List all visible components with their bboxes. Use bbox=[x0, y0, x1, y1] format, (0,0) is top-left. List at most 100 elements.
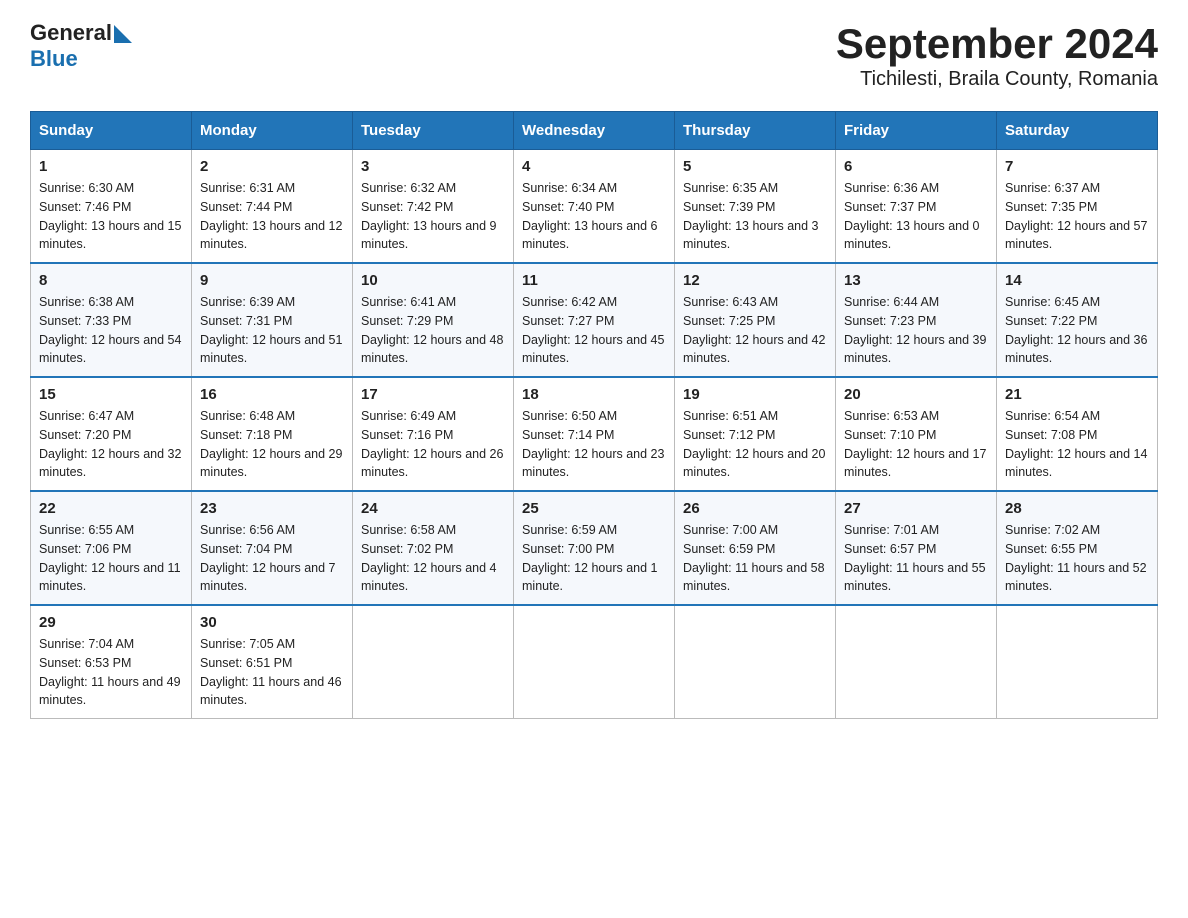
day-number: 11 bbox=[522, 272, 666, 289]
day-info: Sunrise: 6:51 AMSunset: 7:12 PMDaylight:… bbox=[683, 407, 827, 482]
day-info: Sunrise: 6:59 AMSunset: 7:00 PMDaylight:… bbox=[522, 521, 666, 596]
calendar-cell: 13 Sunrise: 6:44 AMSunset: 7:23 PMDayligh… bbox=[836, 263, 997, 377]
calendar-week-row: 1 Sunrise: 6:30 AMSunset: 7:46 PMDaylight… bbox=[31, 150, 1158, 264]
day-info: Sunrise: 7:02 AMSunset: 6:55 PMDaylight:… bbox=[1005, 521, 1149, 596]
day-number: 23 bbox=[200, 500, 344, 517]
day-number: 2 bbox=[200, 158, 344, 175]
calendar-cell: 19 Sunrise: 6:51 AMSunset: 7:12 PMDayligh… bbox=[675, 377, 836, 491]
title-section: September 2024 Tichilesti, Braila County… bbox=[836, 20, 1158, 91]
day-number: 10 bbox=[361, 272, 505, 289]
day-info: Sunrise: 6:38 AMSunset: 7:33 PMDaylight:… bbox=[39, 293, 183, 368]
day-info: Sunrise: 6:53 AMSunset: 7:10 PMDaylight:… bbox=[844, 407, 988, 482]
day-number: 28 bbox=[1005, 500, 1149, 517]
day-info: Sunrise: 7:00 AMSunset: 6:59 PMDaylight:… bbox=[683, 521, 827, 596]
day-info: Sunrise: 6:44 AMSunset: 7:23 PMDaylight:… bbox=[844, 293, 988, 368]
col-wednesday: Wednesday bbox=[514, 112, 675, 150]
calendar-cell: 16 Sunrise: 6:48 AMSunset: 7:18 PMDayligh… bbox=[192, 377, 353, 491]
calendar-cell bbox=[514, 605, 675, 719]
calendar-cell: 5 Sunrise: 6:35 AMSunset: 7:39 PMDaylight… bbox=[675, 150, 836, 264]
day-number: 6 bbox=[844, 158, 988, 175]
calendar-cell: 1 Sunrise: 6:30 AMSunset: 7:46 PMDaylight… bbox=[31, 150, 192, 264]
calendar-cell: 9 Sunrise: 6:39 AMSunset: 7:31 PMDaylight… bbox=[192, 263, 353, 377]
day-info: Sunrise: 6:32 AMSunset: 7:42 PMDaylight:… bbox=[361, 179, 505, 254]
calendar-cell: 26 Sunrise: 7:00 AMSunset: 6:59 PMDayligh… bbox=[675, 491, 836, 605]
day-info: Sunrise: 6:30 AMSunset: 7:46 PMDaylight:… bbox=[39, 179, 183, 254]
day-number: 18 bbox=[522, 386, 666, 403]
calendar-cell: 22 Sunrise: 6:55 AMSunset: 7:06 PMDayligh… bbox=[31, 491, 192, 605]
calendar-cell: 23 Sunrise: 6:56 AMSunset: 7:04 PMDayligh… bbox=[192, 491, 353, 605]
day-info: Sunrise: 6:36 AMSunset: 7:37 PMDaylight:… bbox=[844, 179, 988, 254]
day-info: Sunrise: 6:55 AMSunset: 7:06 PMDaylight:… bbox=[39, 521, 183, 596]
day-info: Sunrise: 6:35 AMSunset: 7:39 PMDaylight:… bbox=[683, 179, 827, 254]
logo-general-text: General bbox=[30, 20, 112, 46]
calendar-cell: 10 Sunrise: 6:41 AMSunset: 7:29 PMDayligh… bbox=[353, 263, 514, 377]
calendar-cell: 6 Sunrise: 6:36 AMSunset: 7:37 PMDaylight… bbox=[836, 150, 997, 264]
day-number: 25 bbox=[522, 500, 666, 517]
day-number: 15 bbox=[39, 386, 183, 403]
col-tuesday: Tuesday bbox=[353, 112, 514, 150]
day-info: Sunrise: 7:04 AMSunset: 6:53 PMDaylight:… bbox=[39, 635, 183, 710]
day-info: Sunrise: 6:47 AMSunset: 7:20 PMDaylight:… bbox=[39, 407, 183, 482]
day-info: Sunrise: 6:54 AMSunset: 7:08 PMDaylight:… bbox=[1005, 407, 1149, 482]
calendar-cell: 4 Sunrise: 6:34 AMSunset: 7:40 PMDaylight… bbox=[514, 150, 675, 264]
calendar-cell: 21 Sunrise: 6:54 AMSunset: 7:08 PMDayligh… bbox=[997, 377, 1158, 491]
calendar-table: Sunday Monday Tuesday Wednesday Thursday… bbox=[30, 111, 1158, 719]
calendar-cell bbox=[353, 605, 514, 719]
logo: General Blue bbox=[30, 20, 132, 72]
calendar-cell bbox=[675, 605, 836, 719]
calendar-cell: 24 Sunrise: 6:58 AMSunset: 7:02 PMDayligh… bbox=[353, 491, 514, 605]
calendar-cell: 25 Sunrise: 6:59 AMSunset: 7:00 PMDayligh… bbox=[514, 491, 675, 605]
day-number: 5 bbox=[683, 158, 827, 175]
day-number: 19 bbox=[683, 386, 827, 403]
day-number: 30 bbox=[200, 614, 344, 631]
col-friday: Friday bbox=[836, 112, 997, 150]
day-number: 16 bbox=[200, 386, 344, 403]
day-info: Sunrise: 7:01 AMSunset: 6:57 PMDaylight:… bbox=[844, 521, 988, 596]
day-info: Sunrise: 6:42 AMSunset: 7:27 PMDaylight:… bbox=[522, 293, 666, 368]
day-number: 9 bbox=[200, 272, 344, 289]
day-info: Sunrise: 6:58 AMSunset: 7:02 PMDaylight:… bbox=[361, 521, 505, 596]
day-info: Sunrise: 6:49 AMSunset: 7:16 PMDaylight:… bbox=[361, 407, 505, 482]
calendar-cell: 7Sunrise: 6:37 AMSunset: 7:35 PMDaylight… bbox=[997, 150, 1158, 264]
day-number: 3 bbox=[361, 158, 505, 175]
day-number: 22 bbox=[39, 500, 183, 517]
calendar-week-row: 22 Sunrise: 6:55 AMSunset: 7:06 PMDayligh… bbox=[31, 491, 1158, 605]
calendar-cell bbox=[997, 605, 1158, 719]
calendar-week-row: 29Sunrise: 7:04 AMSunset: 6:53 PMDayligh… bbox=[31, 605, 1158, 719]
day-number: 27 bbox=[844, 500, 988, 517]
day-info: Sunrise: 6:39 AMSunset: 7:31 PMDaylight:… bbox=[200, 293, 344, 368]
day-number: 7 bbox=[1005, 158, 1149, 175]
day-info: Sunrise: 6:41 AMSunset: 7:29 PMDaylight:… bbox=[361, 293, 505, 368]
day-info: Sunrise: 7:05 AMSunset: 6:51 PMDaylight:… bbox=[200, 635, 344, 710]
day-number: 13 bbox=[844, 272, 988, 289]
calendar-cell: 20 Sunrise: 6:53 AMSunset: 7:10 PMDayligh… bbox=[836, 377, 997, 491]
calendar-cell: 29Sunrise: 7:04 AMSunset: 6:53 PMDayligh… bbox=[31, 605, 192, 719]
day-number: 12 bbox=[683, 272, 827, 289]
logo-blue-text: Blue bbox=[30, 46, 78, 71]
calendar-cell: 8Sunrise: 6:38 AMSunset: 7:33 PMDaylight… bbox=[31, 263, 192, 377]
logo-triangle-icon bbox=[114, 25, 132, 43]
day-number: 14 bbox=[1005, 272, 1149, 289]
day-number: 4 bbox=[522, 158, 666, 175]
day-info: Sunrise: 6:43 AMSunset: 7:25 PMDaylight:… bbox=[683, 293, 827, 368]
day-number: 20 bbox=[844, 386, 988, 403]
calendar-cell: 30 Sunrise: 7:05 AMSunset: 6:51 PMDayligh… bbox=[192, 605, 353, 719]
day-number: 1 bbox=[39, 158, 183, 175]
col-saturday: Saturday bbox=[997, 112, 1158, 150]
calendar-week-row: 15 Sunrise: 6:47 AMSunset: 7:20 PMDayligh… bbox=[31, 377, 1158, 491]
day-info: Sunrise: 6:56 AMSunset: 7:04 PMDaylight:… bbox=[200, 521, 344, 596]
calendar-cell: 18 Sunrise: 6:50 AMSunset: 7:14 PMDayligh… bbox=[514, 377, 675, 491]
calendar-cell: 27 Sunrise: 7:01 AMSunset: 6:57 PMDayligh… bbox=[836, 491, 997, 605]
day-number: 17 bbox=[361, 386, 505, 403]
calendar-cell: 12 Sunrise: 6:43 AMSunset: 7:25 PMDayligh… bbox=[675, 263, 836, 377]
day-info: Sunrise: 6:48 AMSunset: 7:18 PMDaylight:… bbox=[200, 407, 344, 482]
day-number: 24 bbox=[361, 500, 505, 517]
day-info: Sunrise: 6:50 AMSunset: 7:14 PMDaylight:… bbox=[522, 407, 666, 482]
day-info: Sunrise: 6:34 AMSunset: 7:40 PMDaylight:… bbox=[522, 179, 666, 254]
day-number: 21 bbox=[1005, 386, 1149, 403]
col-monday: Monday bbox=[192, 112, 353, 150]
calendar-cell: 3 Sunrise: 6:32 AMSunset: 7:42 PMDaylight… bbox=[353, 150, 514, 264]
day-number: 26 bbox=[683, 500, 827, 517]
calendar-cell: 28 Sunrise: 7:02 AMSunset: 6:55 PMDayligh… bbox=[997, 491, 1158, 605]
calendar-cell: 15 Sunrise: 6:47 AMSunset: 7:20 PMDayligh… bbox=[31, 377, 192, 491]
